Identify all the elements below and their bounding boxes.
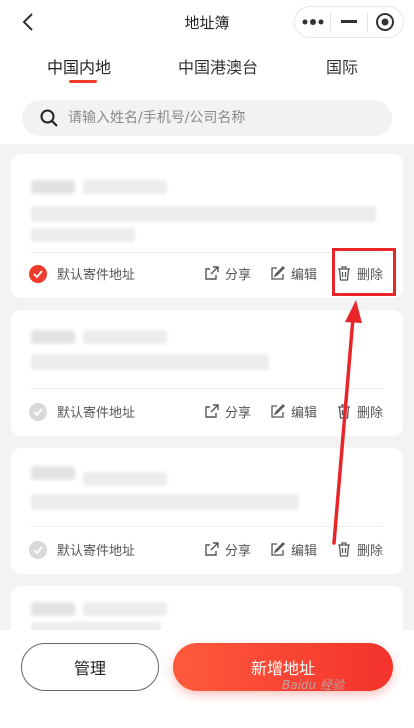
delete-button[interactable]: 删除: [337, 402, 383, 421]
checked-icon: [29, 264, 47, 283]
share-button[interactable]: 分享: [204, 402, 251, 421]
card-divider: [31, 388, 383, 389]
share-button[interactable]: 分享: [204, 264, 251, 283]
delete-label: 删除: [357, 544, 384, 559]
more-button[interactable]: [295, 7, 330, 37]
unchecked-icon: [29, 402, 47, 421]
target-close-icon: [376, 13, 395, 31]
address-card[interactable]: 默认寄件地址 分享 编辑 删除: [11, 448, 403, 574]
default-address-toggle[interactable]: 默认寄件地址: [29, 540, 135, 559]
search-input[interactable]: [68, 110, 348, 126]
share-button[interactable]: 分享: [204, 540, 251, 559]
share-label: 分享: [225, 406, 252, 421]
watermark: Baidu 经验: [282, 678, 344, 692]
search-icon: [40, 109, 58, 127]
delete-label: 删除: [357, 406, 384, 421]
more-dots-icon: [302, 19, 324, 25]
close-button[interactable]: [368, 7, 403, 37]
trash-icon: [338, 404, 350, 419]
redacted-address: [31, 354, 269, 370]
edit-button[interactable]: 编辑: [270, 264, 317, 283]
trash-icon: [338, 542, 350, 557]
default-address-toggle[interactable]: 默认寄件地址: [29, 264, 135, 283]
default-address-label: 默认寄件地址: [57, 268, 136, 283]
tab-mainland[interactable]: 中国内地: [47, 54, 111, 78]
card-actions: 默认寄件地址 分享 编辑 删除: [11, 392, 403, 432]
tab-hk-macau-taiwan[interactable]: 中国港澳台: [178, 54, 258, 78]
card-divider: [31, 252, 383, 253]
edit-icon: [271, 542, 285, 556]
redacted-name: [31, 180, 75, 194]
search-bar[interactable]: [22, 100, 392, 136]
miniprogram-capsule: [294, 6, 404, 38]
share-label: 分享: [225, 544, 252, 559]
region-tabs: 中国内地 中国港澳台 国际: [0, 44, 414, 92]
redacted-name: [31, 602, 75, 616]
default-address-label: 默认寄件地址: [57, 406, 136, 421]
redacted-address: [31, 206, 376, 222]
edit-label: 编辑: [291, 268, 318, 283]
edit-button[interactable]: 编辑: [270, 540, 317, 559]
redacted-phone: [83, 472, 167, 486]
share-icon: [205, 404, 219, 418]
edit-label: 编辑: [291, 406, 318, 421]
share-icon: [205, 266, 219, 280]
card-divider: [31, 526, 383, 527]
share-label: 分享: [225, 268, 252, 283]
redacted-name: [31, 466, 75, 480]
minimize-button[interactable]: [331, 7, 366, 37]
nav-bar: 地址簿: [0, 0, 414, 44]
tab-international[interactable]: 国际: [326, 54, 358, 78]
default-address-toggle[interactable]: 默认寄件地址: [29, 402, 135, 421]
delete-button[interactable]: 删除: [337, 540, 383, 559]
redacted-name: [31, 330, 75, 344]
redacted-phone: [83, 330, 167, 344]
bottom-bar: 管理 新增地址: [0, 630, 414, 728]
edit-icon: [271, 266, 285, 280]
active-tab-indicator: [69, 80, 97, 83]
edit-label: 编辑: [291, 544, 318, 559]
highlight-box: [332, 248, 396, 296]
redacted-address: [31, 494, 299, 510]
redacted-address-line2: [31, 228, 135, 242]
redacted-phone: [83, 180, 167, 194]
edit-icon: [271, 404, 285, 418]
edit-button[interactable]: 编辑: [270, 402, 317, 421]
minimize-icon: [340, 20, 357, 23]
manage-button[interactable]: 管理: [21, 643, 159, 691]
address-card[interactable]: 默认寄件地址 分享 编辑 删除: [11, 310, 403, 436]
unchecked-icon: [29, 540, 47, 559]
card-actions: 默认寄件地址 分享 编辑 删除: [11, 530, 403, 570]
search-section: [0, 92, 414, 144]
share-icon: [205, 542, 219, 556]
redacted-phone: [83, 602, 167, 616]
default-address-label: 默认寄件地址: [57, 544, 136, 559]
